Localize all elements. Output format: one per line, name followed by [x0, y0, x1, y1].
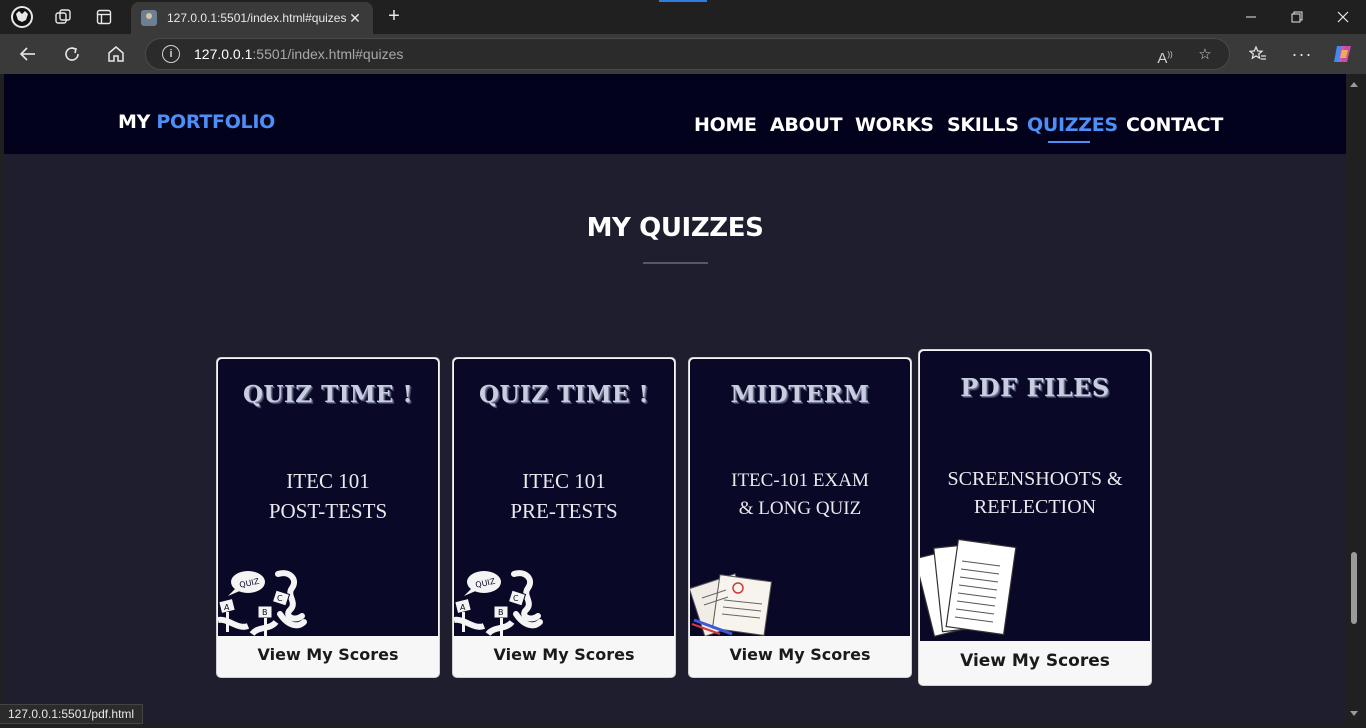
quiz-card-midterm[interactable]: MIDTERM ITEC-101 EXAM & LONG QUIZ View M…: [688, 357, 912, 678]
page-scrollbar[interactable]: [1346, 74, 1362, 724]
nav-quizzes[interactable]: QUIZZES: [1027, 114, 1118, 136]
card-heading: QUIZ TIME !: [478, 381, 650, 408]
svg-text:C: C: [513, 594, 519, 603]
card-artwork: PDF FILES SCREENSHOOTS & REFLECTION: [920, 351, 1150, 641]
card-artwork: MIDTERM ITEC-101 EXAM & LONG QUIZ: [690, 359, 910, 636]
view-scores-button[interactable]: View My Scores: [689, 634, 911, 677]
card-heading: PDF FILES: [960, 373, 1110, 402]
active-nav-underline: [1048, 141, 1090, 143]
quiz-signs-icon: QUIZ A B C: [454, 570, 543, 636]
more-menu-icon[interactable]: ···: [1288, 40, 1316, 68]
url-path: :5501/index.html#quizes: [252, 46, 404, 62]
workspaces-icon[interactable]: [50, 5, 76, 29]
close-tab-icon[interactable]: ✕: [347, 10, 363, 27]
site-logo[interactable]: MY PORTFOLIO: [118, 111, 275, 133]
card-heading: QUIZ TIME !: [242, 381, 414, 408]
scroll-down-icon[interactable]: [1350, 711, 1358, 716]
back-icon[interactable]: [14, 40, 42, 68]
minimize-icon[interactable]: [1228, 0, 1274, 34]
nav-contact[interactable]: CONTACT: [1126, 114, 1223, 136]
logo-accent: PORTFOLIO: [156, 111, 275, 133]
quiz-card-pre-tests[interactable]: QUIZ TIME ! ITEC 101 PRE-TESTS QUIZ A B …: [452, 357, 676, 678]
url-host: 127.0.0.1: [194, 46, 253, 62]
home-icon[interactable]: [102, 40, 130, 68]
view-scores-button[interactable]: View My Scores: [453, 634, 675, 677]
nav-works[interactable]: WORKS: [855, 114, 934, 136]
svg-text:C: C: [277, 594, 283, 603]
site-info-icon[interactable]: i: [162, 45, 180, 63]
section-title: MY QUIZZES: [586, 213, 764, 243]
nav-home[interactable]: HOME: [694, 114, 757, 136]
nav-skills[interactable]: SKILLS: [947, 114, 1019, 136]
link-status-bar: 127.0.0.1:5501/pdf.html: [0, 704, 144, 724]
svg-text:A: A: [460, 603, 466, 612]
scrollbar-thumb[interactable]: [1351, 552, 1357, 624]
quiz-signs-icon: QUIZ A B C: [218, 570, 307, 636]
card-subtitle-line1: ITEC-101 EXAM: [731, 470, 869, 491]
profile-avatar-icon[interactable]: [9, 5, 35, 29]
card-subtitle-line2: PRE-TESTS: [510, 499, 618, 523]
tab-drag-indicator: [659, 0, 707, 2]
quiz-card-pdf-files[interactable]: PDF FILES SCREENSHOOTS & REFLECTION View…: [918, 349, 1152, 686]
card-subtitle-line2: REFLECTION: [973, 496, 1097, 518]
active-tab[interactable]: 127.0.0.1:5501/index.html#quizes ✕: [131, 2, 373, 34]
favorite-star-icon[interactable]: ☆: [1195, 45, 1215, 65]
site-header: MY PORTFOLIO HOME ABOUT WORKS SKILLS QUI…: [4, 74, 1346, 154]
quiz-card-post-tests[interactable]: QUIZ TIME ! ITEC 101 POST-TESTS QUIZ A B…: [216, 357, 440, 678]
nav-about[interactable]: ABOUT: [770, 114, 843, 136]
restore-icon[interactable]: [1274, 0, 1320, 34]
tab-favicon-icon: [141, 10, 157, 26]
refresh-icon[interactable]: [58, 40, 86, 68]
svg-text:B: B: [262, 608, 268, 617]
browser-toolbar: i 127.0.0.1:5501/index.html#quizes A)) ☆…: [0, 34, 1366, 74]
view-scores-button[interactable]: View My Scores: [919, 640, 1151, 685]
favorites-icon[interactable]: [1244, 40, 1272, 68]
card-heading: MIDTERM: [730, 381, 870, 408]
page-viewport: MY PORTFOLIO HOME ABOUT WORKS SKILLS QUI…: [4, 74, 1346, 724]
card-subtitle-line1: ITEC 101: [522, 469, 606, 493]
title-divider: [643, 262, 708, 264]
view-scores-button[interactable]: View My Scores: [217, 634, 439, 677]
tab-title: 127.0.0.1:5501/index.html#quizes: [167, 11, 347, 25]
read-aloud-icon[interactable]: A)): [1155, 45, 1175, 67]
paper-stack-icon: [920, 539, 1017, 638]
card-subtitle-line2: & LONG QUIZ: [738, 498, 862, 519]
vertical-tabs-icon[interactable]: [91, 5, 117, 29]
logo-prefix: MY: [118, 111, 151, 133]
copilot-icon[interactable]: [1329, 40, 1357, 68]
scroll-up-icon[interactable]: [1350, 82, 1358, 87]
address-bar[interactable]: i 127.0.0.1:5501/index.html#quizes A)) ☆: [145, 38, 1230, 70]
card-subtitle-line1: ITEC 101: [286, 469, 370, 493]
svg-text:B: B: [498, 608, 504, 617]
card-subtitle-line1: SCREENSHOOTS &: [947, 468, 1123, 490]
browser-tab-bar: 127.0.0.1:5501/index.html#quizes ✕ +: [0, 0, 1366, 34]
exam-papers-icon: [690, 573, 773, 636]
card-artwork: QUIZ TIME ! ITEC 101 POST-TESTS QUIZ A B…: [218, 359, 438, 636]
new-tab-icon[interactable]: +: [383, 5, 405, 27]
card-subtitle-line2: POST-TESTS: [268, 499, 388, 523]
svg-text:A: A: [224, 603, 230, 612]
close-window-icon[interactable]: [1320, 0, 1366, 34]
card-artwork: QUIZ TIME ! ITEC 101 PRE-TESTS QUIZ A B …: [454, 359, 674, 636]
